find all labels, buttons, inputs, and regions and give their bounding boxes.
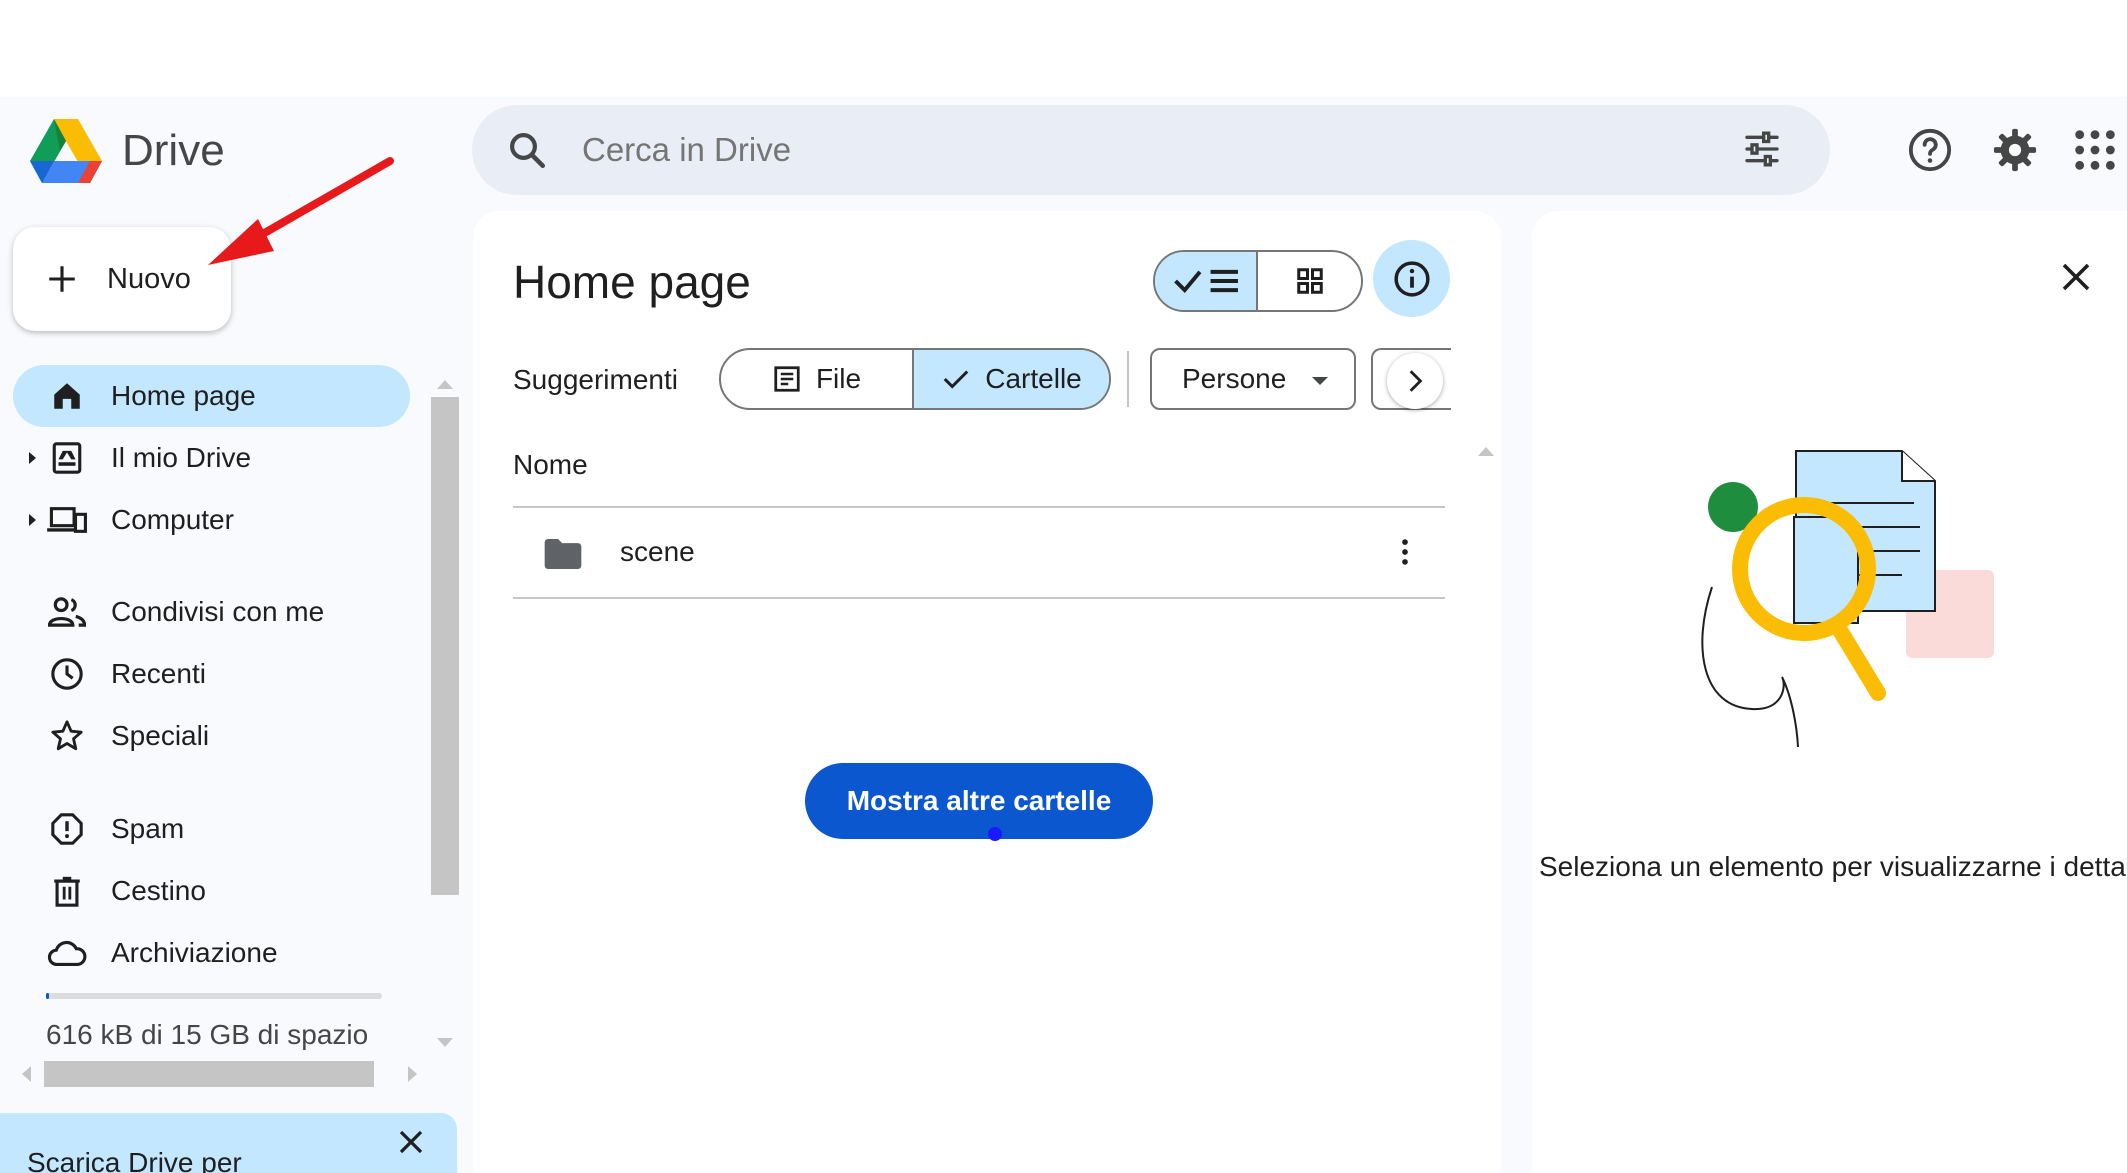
check-list-icon (1173, 269, 1238, 294)
details-panel: Seleziona un elemento per visualizzarne … (1532, 211, 2127, 1173)
chip-people-filter[interactable]: Persone (1150, 348, 1356, 410)
search-bar[interactable] (472, 105, 1830, 195)
star-icon (47, 716, 87, 756)
chip-files[interactable]: File (721, 350, 915, 408)
sidebar-item-trash[interactable]: Cestino (13, 860, 410, 922)
sidebar-item-computer[interactable]: Computer (13, 489, 410, 551)
show-more-folders-button[interactable]: Mostra altre cartelle (805, 763, 1153, 839)
new-button-label: Nuovo (107, 262, 191, 295)
sidebar-item-spam[interactable]: Spam (13, 798, 410, 860)
sidebar-item-label: Computer (111, 504, 234, 535)
suggestion-type-chips: File Cartelle (719, 348, 1111, 410)
drive-logo-icon (30, 119, 102, 183)
chip-files-label: File (815, 363, 862, 394)
grid-icon (1296, 268, 1323, 294)
scroll-down-arrow[interactable] (437, 1038, 453, 1047)
empty-selection-illustration (1701, 450, 1994, 748)
sidebar-item-shared[interactable]: Condivisi con me (13, 581, 410, 643)
sidebar-item-label: Cestino (111, 875, 206, 906)
page-title: Home page (513, 256, 751, 308)
main-panel: Home page Suggerimenti File Cartelle Per… (473, 211, 1501, 1173)
details-info-button[interactable] (1373, 240, 1450, 317)
chip-folders[interactable]: Cartelle (914, 350, 1109, 408)
scroll-up-arrow[interactable] (437, 380, 453, 389)
sidebar-item-starred[interactable]: Speciali (13, 705, 410, 767)
folder-icon (544, 539, 582, 569)
divider (513, 597, 1445, 599)
sidebar-item-label: Spam (111, 813, 185, 844)
my-drive-icon (47, 438, 87, 478)
sidebar-item-my-drive[interactable]: Il mio Drive (13, 427, 410, 489)
sidebar-item-label: Recenti (111, 658, 206, 689)
sidebar-item-label: Il mio Drive (111, 442, 252, 473)
drive-logo[interactable]: Drive (30, 119, 225, 183)
file-name[interactable]: scene (620, 536, 695, 568)
home-icon (47, 376, 87, 416)
close-icon[interactable] (396, 1127, 426, 1157)
sidebar-item-label: Speciali (111, 720, 210, 751)
download-drive-promo: Scarica Drive per (0, 1113, 457, 1173)
trash-icon (47, 871, 87, 911)
storage-usage-bar (46, 993, 382, 999)
list-view-button[interactable] (1155, 252, 1258, 310)
search-input[interactable] (582, 131, 1662, 169)
scroll-left-arrow[interactable] (22, 1066, 31, 1082)
chevron-right-icon (1409, 370, 1423, 392)
cloud-icon (47, 933, 87, 973)
scroll-up-arrow[interactable] (1478, 447, 1494, 456)
new-button[interactable]: Nuovo (13, 227, 231, 331)
settings-icon[interactable] (1992, 127, 2038, 173)
sidebar-item-label: Archiviazione (111, 937, 278, 968)
chip-folders-label: Cartelle (985, 363, 1082, 394)
storage-text: 616 kB di 15 GB di spazio (46, 1019, 369, 1050)
search-icon[interactable] (506, 129, 548, 171)
check-icon (943, 370, 969, 389)
file-row[interactable]: scene (513, 507, 1445, 597)
column-header-name[interactable]: Nome (513, 449, 588, 481)
tune-icon[interactable] (1742, 129, 1782, 169)
spam-icon (47, 809, 87, 849)
apps-grid-icon[interactable] (2072, 127, 2118, 173)
info-icon (1393, 260, 1430, 297)
more-vert-icon[interactable] (1388, 535, 1422, 569)
drive-app: Drive Nuovo Home page Il mio Drive Com (0, 97, 2127, 1173)
sidebar-scrollbar[interactable] (431, 397, 459, 895)
chip-divider (1127, 351, 1129, 407)
annotation-arrow (208, 157, 394, 265)
plus-icon (49, 266, 75, 292)
clock-icon (47, 654, 87, 694)
document-icon (774, 366, 800, 392)
sidebar-item-label: Home page (111, 380, 256, 411)
grid-view-button[interactable] (1258, 252, 1361, 310)
close-icon[interactable] (2058, 259, 2094, 295)
shared-people-icon (47, 592, 87, 632)
help-icon[interactable] (1907, 127, 1953, 173)
sidebar-horizontal-scrollbar[interactable] (44, 1061, 374, 1087)
sidebar-item-label: Condivisi con me (111, 596, 325, 627)
dropdown-arrow-icon (1312, 377, 1328, 385)
sidebar-item-home[interactable]: Home page (13, 365, 410, 427)
computer-icon (47, 500, 87, 540)
cursor-indicator (988, 827, 1002, 841)
sidebar-item-recent[interactable]: Recenti (13, 643, 410, 705)
promo-text: Scarica Drive per (27, 1147, 242, 1173)
chips-scroll-next-button[interactable] (1387, 353, 1443, 409)
view-toggle[interactable] (1153, 250, 1363, 312)
details-empty-message: Seleziona un elemento per visualizzarne … (1539, 851, 2127, 882)
sidebar-item-storage[interactable]: Archiviazione (13, 922, 410, 984)
scroll-right-arrow[interactable] (408, 1066, 417, 1082)
expand-arrow-icon[interactable] (29, 452, 36, 464)
expand-arrow-icon[interactable] (29, 514, 36, 526)
storage-usage-fill (46, 993, 50, 999)
suggestions-label: Suggerimenti (513, 364, 678, 395)
chip-people-label: Persone (1182, 363, 1287, 394)
